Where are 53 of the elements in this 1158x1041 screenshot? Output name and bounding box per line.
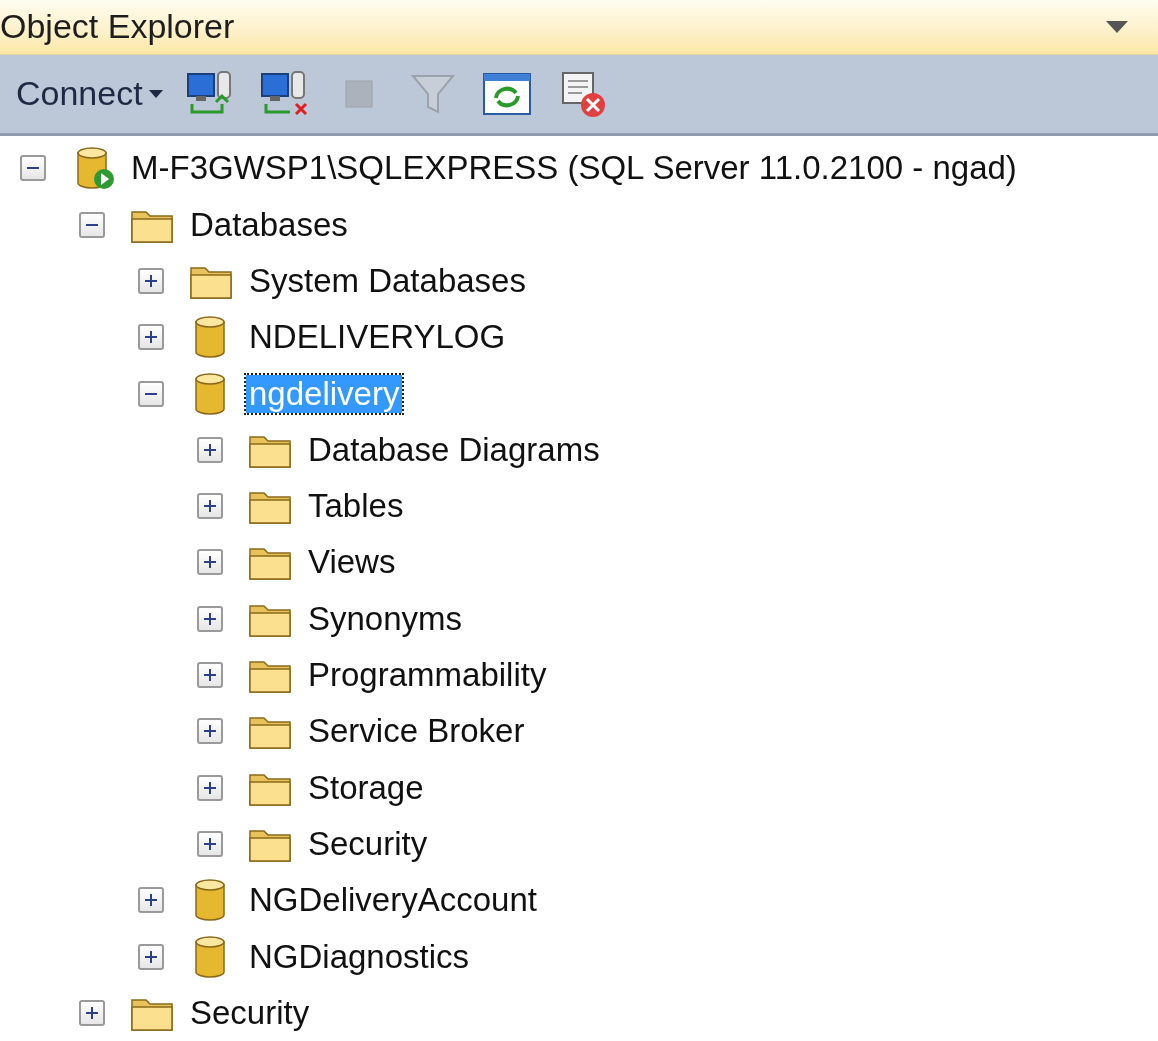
expand-toggle[interactable] xyxy=(197,718,223,745)
tree-item[interactable]: Databases xyxy=(187,205,351,244)
collapse-toggle[interactable] xyxy=(138,380,164,407)
expand-toggle[interactable] xyxy=(197,662,223,689)
connect-button[interactable]: Connect xyxy=(12,70,167,118)
disconnect-icon xyxy=(259,69,310,118)
plus-icon xyxy=(204,443,216,456)
plus-icon xyxy=(204,781,216,794)
tree-item[interactable]: System Databases xyxy=(246,262,529,300)
tree-item[interactable]: NGDeliveryAccount xyxy=(246,881,540,920)
collapse-toggle[interactable] xyxy=(20,155,46,182)
tree-item[interactable]: Programmability xyxy=(305,656,550,695)
tree-item[interactable]: Database Diagrams xyxy=(305,430,603,469)
plus-icon xyxy=(204,556,216,569)
dropdown-arrow-icon[interactable] xyxy=(1106,20,1128,33)
tree-item[interactable]: NGDiagnostics xyxy=(246,937,473,976)
expand-toggle[interactable] xyxy=(197,605,223,632)
expand-toggle[interactable] xyxy=(138,943,164,970)
tree-item[interactable]: Views xyxy=(305,543,399,582)
tree-item[interactable]: Synonyms xyxy=(305,599,466,638)
plus-icon xyxy=(204,669,216,682)
plus-icon xyxy=(145,331,157,344)
plus-icon xyxy=(204,500,216,513)
expand-toggle[interactable] xyxy=(197,549,223,576)
stop-icon xyxy=(343,78,374,109)
tree-item[interactable]: Storage xyxy=(305,768,427,807)
minus-icon xyxy=(86,223,98,226)
collapse-toggle[interactable] xyxy=(79,211,105,238)
plus-icon xyxy=(145,275,157,287)
plus-icon xyxy=(86,1006,98,1019)
caret-icon xyxy=(148,89,163,98)
expand-toggle[interactable] xyxy=(79,999,105,1026)
plus-icon xyxy=(204,612,216,625)
expand-toggle[interactable] xyxy=(197,774,223,801)
tree-item[interactable]: Tables xyxy=(305,487,407,526)
expand-toggle[interactable] xyxy=(197,436,223,463)
plus-icon xyxy=(145,950,157,963)
expand-toggle[interactable] xyxy=(197,493,223,520)
tree-item[interactable]: M-F3GWSP1\SQLEXPRESS (SQL Server 11.0.2100 - ngad) xyxy=(128,149,1020,188)
tree-item[interactable]: NDELIVERYLOG xyxy=(246,318,509,357)
plus-icon xyxy=(204,725,216,738)
expand-toggle[interactable] xyxy=(138,324,164,351)
expand-toggle[interactable] xyxy=(138,887,164,914)
tree-item[interactable]: Service Broker xyxy=(305,712,528,751)
minus-icon xyxy=(145,392,157,395)
minus-icon xyxy=(27,167,39,170)
plus-icon xyxy=(204,837,216,850)
tree-item[interactable]: Security xyxy=(305,824,431,863)
panel-title: Object Explorer xyxy=(0,7,235,47)
tree-item[interactable]: Security xyxy=(187,993,313,1032)
plus-icon xyxy=(145,894,157,907)
expand-toggle[interactable] xyxy=(138,268,164,294)
expand-toggle[interactable] xyxy=(197,830,223,857)
